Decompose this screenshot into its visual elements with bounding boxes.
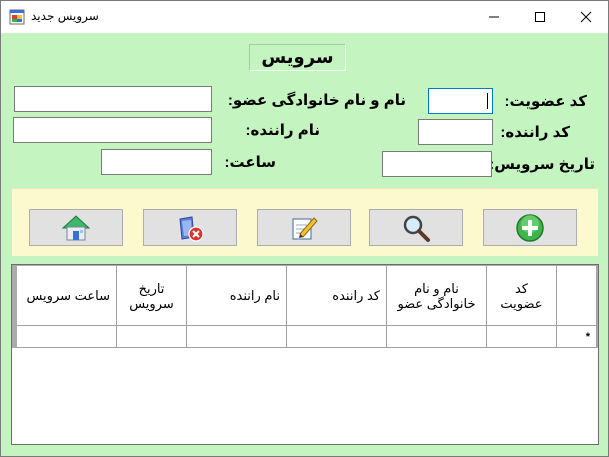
grid-cell[interactable] (117, 326, 187, 348)
column-header-driver-name[interactable]: نام راننده (187, 266, 287, 326)
grid-cell[interactable] (387, 326, 487, 348)
minimize-button[interactable] (471, 1, 517, 33)
grid-header-row: ساعت سرویس تاریخ سرویس نام راننده کد ران… (17, 266, 597, 326)
service-date-input[interactable] (382, 151, 492, 177)
maximize-icon (535, 12, 545, 22)
grid-cell[interactable] (17, 326, 117, 348)
delete-button[interactable] (143, 209, 237, 246)
column-header-driver-code[interactable]: کد راننده (287, 266, 387, 326)
home-button[interactable] (29, 209, 123, 246)
window-title: سرویس جدید (31, 9, 99, 23)
delete-icon (179, 215, 204, 242)
app-icon (9, 9, 25, 25)
grid-empty-area (12, 348, 598, 444)
service-window: سرویس جدید سرویس کد عضویت: نام و نام خان… (0, 0, 609, 457)
services-grid[interactable]: ساعت سرویس تاریخ سرویس نام راننده کد ران… (11, 264, 599, 445)
member-name-label: نام و نام خانوادگی عضو: (227, 92, 406, 109)
column-header-service-date[interactable]: تاریخ سرویس (117, 266, 187, 326)
member-code-input[interactable] (428, 88, 493, 114)
service-date-label: تاریخ سرویس: (489, 156, 595, 173)
member-code-label: کد عضویت: (504, 93, 588, 110)
action-toolbar (12, 188, 598, 256)
row-header-column[interactable] (557, 266, 597, 326)
page-title: سرویس (261, 47, 334, 67)
close-icon (580, 11, 592, 23)
new-row-marker[interactable]: * (557, 326, 597, 348)
column-header-member-name[interactable]: نام و نام خانوادگی عضو (387, 266, 487, 326)
title-bar[interactable]: سرویس جدید (1, 1, 608, 33)
member-name-input[interactable] (14, 86, 212, 112)
home-icon (61, 214, 91, 240)
form-heading-box: سرویس (249, 44, 346, 71)
search-icon (403, 215, 430, 242)
edit-button[interactable] (257, 209, 351, 246)
grid-cell[interactable] (187, 326, 287, 348)
text-caret (487, 93, 488, 109)
driver-code-input[interactable] (418, 119, 493, 145)
maximize-button[interactable] (517, 1, 563, 33)
driver-name-label: نام راننده: (245, 122, 320, 139)
column-header-member-code[interactable]: کد عضویت (487, 266, 557, 326)
driver-code-label: کد راننده: (500, 124, 570, 141)
add-icon (516, 213, 544, 242)
time-input[interactable] (101, 149, 212, 175)
search-button[interactable] (369, 209, 463, 246)
add-button[interactable] (483, 209, 577, 246)
grid-new-row[interactable]: * (17, 326, 597, 348)
minimize-icon (489, 16, 499, 18)
grid-cell[interactable] (287, 326, 387, 348)
grid-cell[interactable] (487, 326, 557, 348)
column-header-service-time[interactable]: ساعت سرویس (17, 266, 117, 326)
time-label: ساعت: (224, 154, 276, 171)
edit-icon (292, 216, 318, 240)
driver-name-input[interactable] (13, 117, 212, 143)
close-button[interactable] (563, 1, 609, 33)
